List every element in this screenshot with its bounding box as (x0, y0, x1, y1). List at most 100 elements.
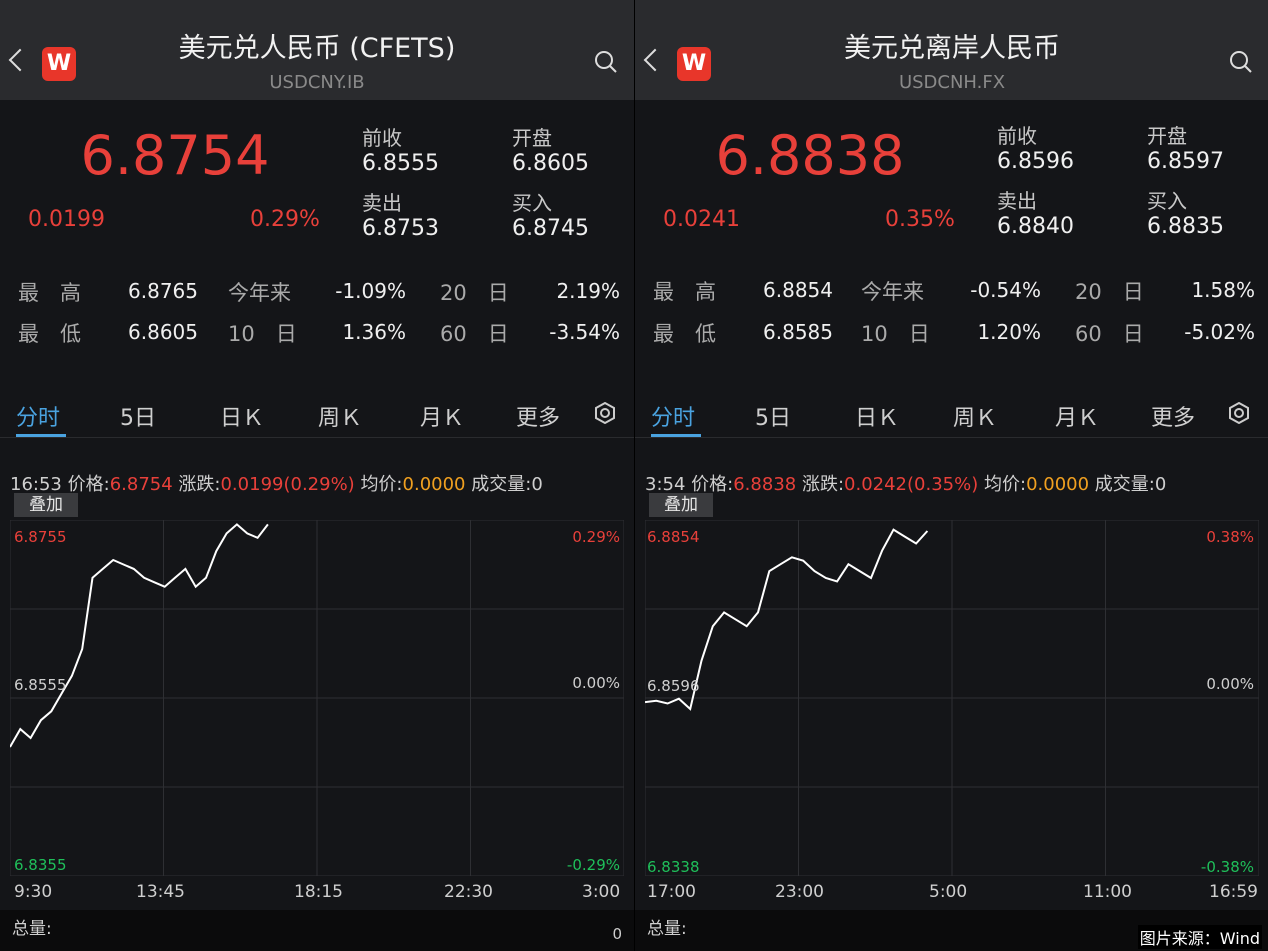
stat-label: 最 高 (653, 280, 716, 304)
volume-value: 0 (612, 925, 622, 943)
info-avg-label: 均价: (983, 474, 1027, 495)
x-tick-label: 22:30 (444, 882, 493, 902)
ask-label: 卖出 (362, 191, 402, 215)
x-tick-label: 17:00 (647, 882, 696, 902)
info-price: 6.8838 (733, 474, 797, 495)
bid-label: 买入 (512, 191, 552, 215)
crosshair-info: 16:53 价格:6.8754 涨跌:0.0199(0.29%) 均价:0.00… (10, 470, 543, 496)
stat-label: 最 低 (653, 322, 716, 346)
stat-value: -1.09% (335, 279, 406, 303)
ticker-code: USDCNH.FX (898, 72, 1006, 93)
gear-icon[interactable] (594, 402, 616, 424)
pct-mid-label: 0.00% (572, 674, 620, 692)
info-vol: 0 (531, 474, 543, 495)
info-chg: 0.0242(0.35%) (844, 474, 979, 495)
stat-value: -5.02% (1184, 320, 1255, 344)
stat-label: 10 日 (861, 322, 930, 346)
volume-bar (0, 910, 634, 951)
tab-intraday[interactable]: 分时 (651, 400, 695, 432)
stat-value: -3.54% (549, 320, 620, 344)
header: W 美元兑离岸人民币 USDCNH.FX (635, 0, 1268, 100)
y-min-label: 6.8338 (647, 858, 700, 876)
bid-value: 6.8835 (1147, 214, 1224, 239)
info-avg: 0.0000 (1026, 474, 1090, 495)
info-avg: 0.0000 (402, 474, 466, 495)
info-chg-label: 涨跌: (801, 474, 845, 495)
left-panel: W 美元兑人民币 (CFETS) USDCNY.IB 6.8754 0.0199… (0, 0, 634, 951)
info-chg: 0.0199(0.29%) (220, 474, 355, 495)
back-icon[interactable] (8, 48, 32, 72)
gear-icon[interactable] (1228, 402, 1250, 424)
stat-label: 最 高 (18, 281, 81, 305)
tab-weekly[interactable]: 周Ｋ (318, 400, 362, 432)
x-tick-label: 11:00 (1083, 882, 1132, 902)
stat-label: 20 日 (440, 281, 509, 305)
tab-daily[interactable]: 日Ｋ (855, 400, 899, 432)
header: W 美元兑人民币 (CFETS) USDCNY.IB (0, 0, 634, 100)
search-icon[interactable] (594, 50, 618, 74)
tab-weekly[interactable]: 周Ｋ (953, 400, 997, 432)
source-caption: 图片来源：Wind (1137, 925, 1262, 949)
tab-intraday[interactable]: 分时 (16, 400, 60, 432)
info-vol-label: 成交量: (471, 474, 532, 495)
back-icon[interactable] (643, 48, 667, 72)
y-max-label: 6.8854 (647, 528, 700, 546)
chart-tabs: 分时 5日 日Ｋ 周Ｋ 月Ｋ 更多 (635, 390, 1268, 438)
x-tick-label: 3:00 (582, 882, 621, 902)
price-change: 0.0241 (663, 207, 740, 232)
tab-5day[interactable]: 5日 (120, 400, 156, 432)
stat-label: 60 日 (440, 322, 509, 346)
stat-label: 今年来 (861, 280, 924, 304)
stat-label: 今年来 (228, 281, 291, 305)
tab-underline (651, 434, 701, 437)
page-title: 美元兑人民币 (CFETS) (178, 33, 456, 64)
price-change: 0.0199 (28, 207, 105, 232)
crosshair-info: 3:54 价格:6.8838 涨跌:0.0242(0.35%) 均价:0.000… (645, 470, 1166, 496)
x-tick-label: 18:15 (294, 882, 343, 902)
x-tick-label: 9:30 (14, 882, 53, 902)
bid-value: 6.8745 (512, 216, 589, 241)
current-price: 6.8754 (80, 124, 270, 187)
intraday-chart[interactable] (645, 520, 1259, 876)
tab-monthly[interactable]: 月Ｋ (420, 400, 464, 432)
y-min-label: 6.8355 (14, 856, 67, 874)
current-price: 6.8838 (715, 124, 905, 187)
wind-logo: W (677, 47, 711, 81)
overlay-button[interactable]: 叠加 (14, 493, 78, 517)
pct-min-label: -0.29% (566, 856, 620, 874)
intraday-chart[interactable] (10, 520, 624, 876)
tab-monthly[interactable]: 月Ｋ (1055, 400, 1099, 432)
price-change-pct: 0.29% (250, 207, 320, 232)
price-line (10, 523, 269, 748)
open-label: 开盘 (1147, 124, 1187, 148)
info-price-label: 价格: (691, 474, 734, 495)
ask-value: 6.8840 (997, 214, 1074, 239)
search-icon[interactable] (1229, 50, 1253, 74)
open-value: 6.8605 (512, 151, 589, 176)
ticker-code: USDCNY.IB (269, 72, 365, 93)
info-time: 16:53 (10, 474, 62, 495)
info-price-label: 价格: (67, 474, 110, 495)
tab-5day[interactable]: 5日 (755, 400, 791, 432)
tab-daily[interactable]: 日Ｋ (220, 400, 264, 432)
overlay-button[interactable]: 叠加 (649, 493, 713, 517)
volume-label: 总量: (647, 919, 687, 939)
pct-mid-label: 0.00% (1206, 675, 1254, 693)
wind-logo: W (42, 47, 76, 81)
tab-more[interactable]: 更多 (516, 400, 560, 432)
y-mid-label: 6.8555 (14, 676, 67, 694)
open-label: 开盘 (512, 126, 552, 150)
page-title: 美元兑离岸人民币 (844, 33, 1060, 64)
tab-more[interactable]: 更多 (1151, 400, 1195, 432)
prev-close-label: 前收 (997, 124, 1037, 148)
info-price: 6.8754 (109, 474, 173, 495)
info-time: 3:54 (645, 474, 686, 495)
prev-close-value: 6.8555 (362, 151, 439, 176)
stat-label: 10 日 (228, 322, 297, 346)
x-tick-label: 16:59 (1209, 882, 1258, 902)
stat-label: 最 低 (18, 322, 81, 346)
chart-tabs: 分时 5日 日Ｋ 周Ｋ 月Ｋ 更多 (0, 390, 634, 438)
prev-close-value: 6.8596 (997, 149, 1074, 174)
stat-value: 6.8765 (128, 279, 198, 303)
volume-label: 总量: (12, 919, 52, 939)
